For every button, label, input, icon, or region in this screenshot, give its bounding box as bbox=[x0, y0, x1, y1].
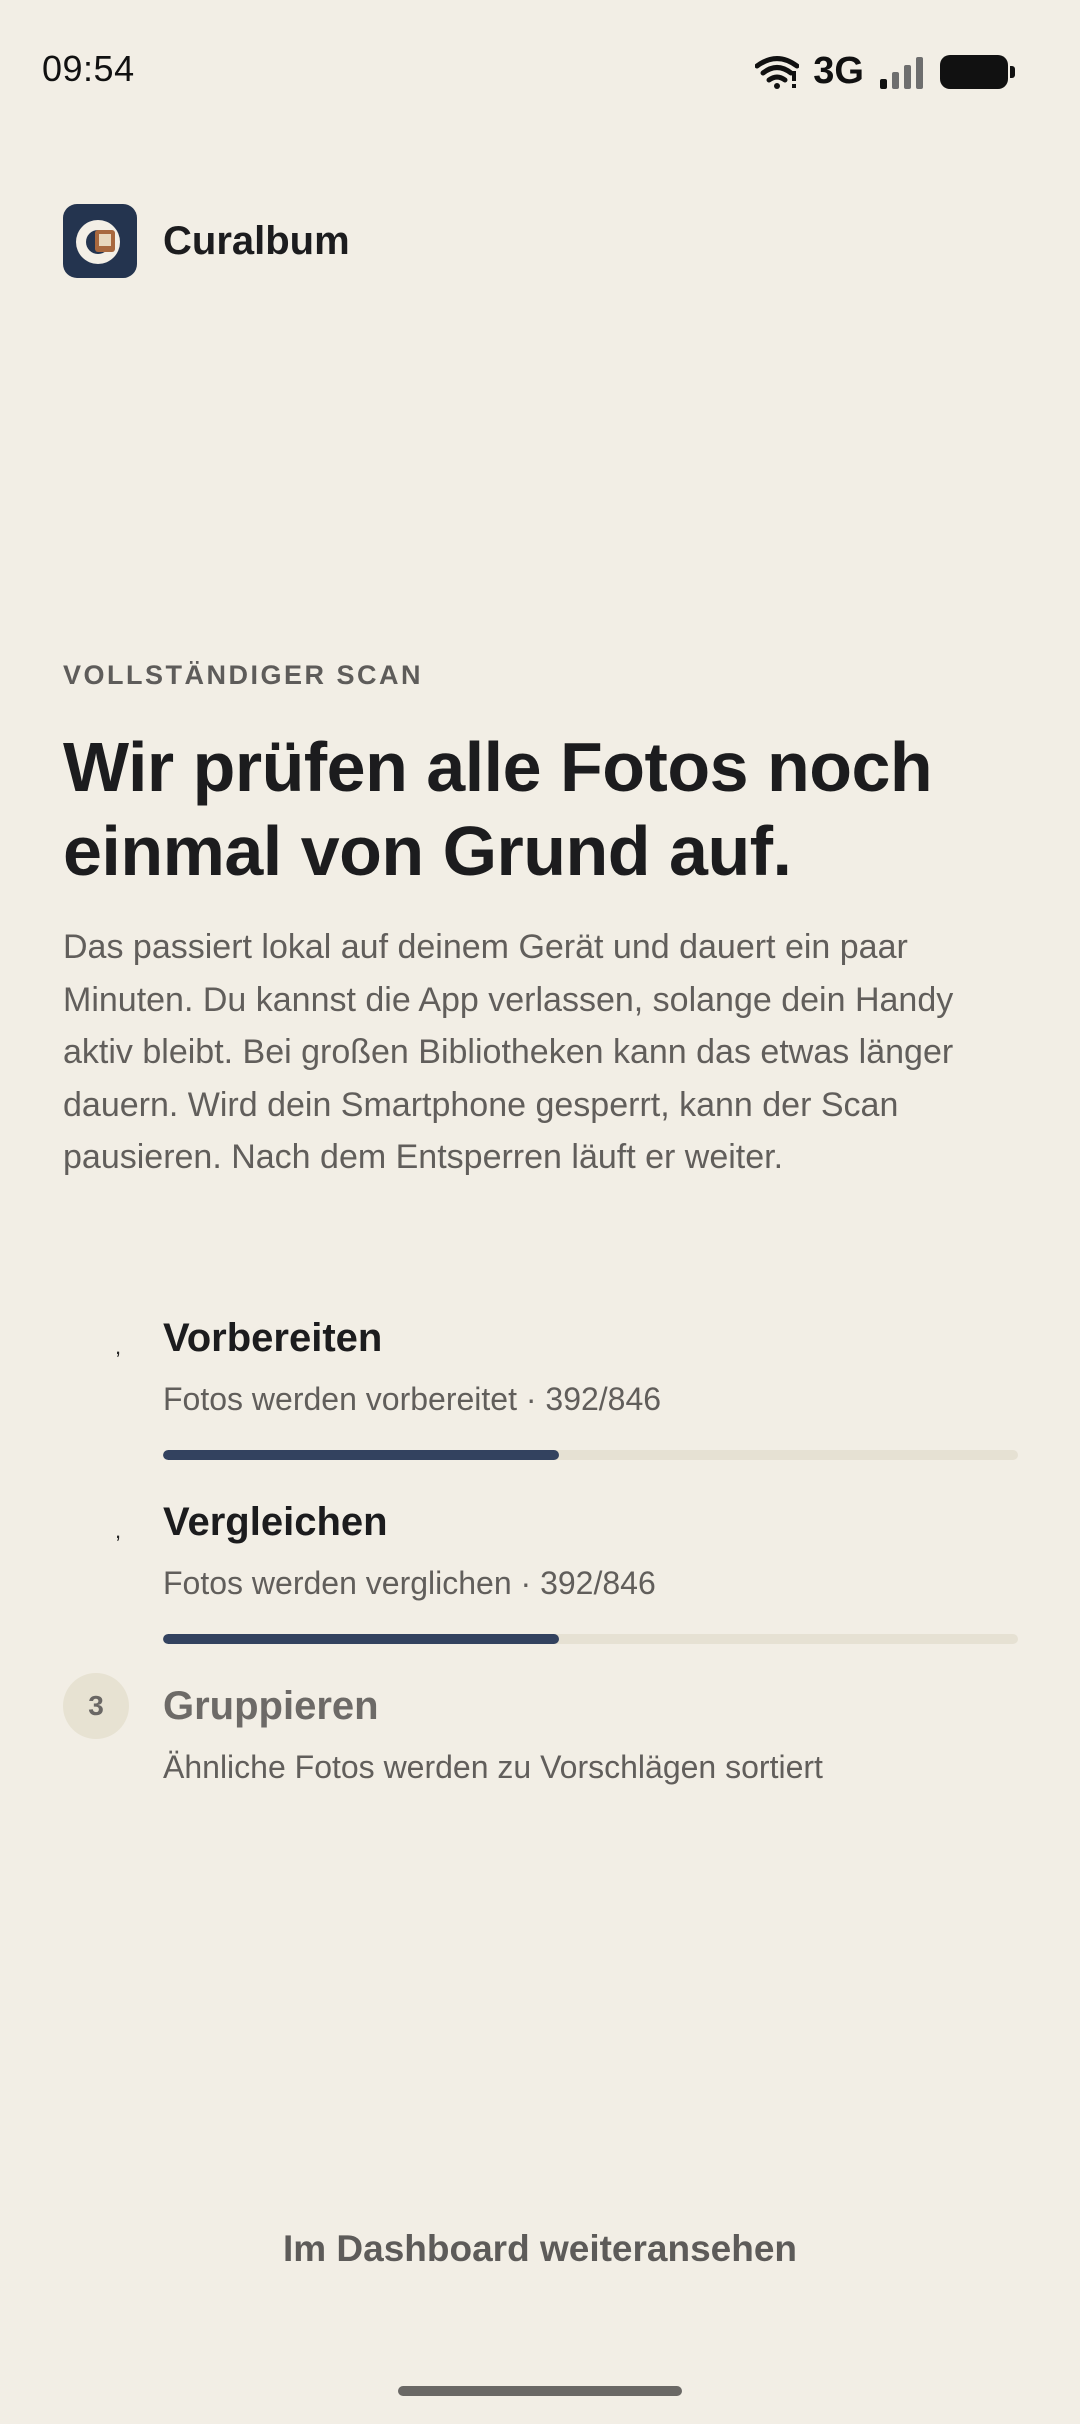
step-subtitle: Ähnliche Fotos werden zu Vorschlägen sor… bbox=[163, 1749, 823, 1785]
section-eyebrow: VOLLSTÄNDIGER SCAN bbox=[63, 660, 424, 690]
step-number-badge: 3 bbox=[63, 1673, 129, 1739]
home-indicator[interactable] bbox=[398, 2386, 682, 2396]
signal-icon bbox=[880, 56, 923, 89]
scan-description: Das passiert lokal auf deinem Gerät und … bbox=[63, 928, 954, 1176]
step-progress-fill bbox=[163, 1634, 559, 1644]
step-subtitle: Fotos werden vorbereitet · 392/846 bbox=[163, 1381, 662, 1417]
step-title: Vorbereiten bbox=[163, 1316, 383, 1360]
spinner-icon: , bbox=[115, 1334, 122, 1359]
network-type: 3G bbox=[813, 50, 864, 92]
step-progress-bar bbox=[163, 1634, 1018, 1644]
app-name: Curalbum bbox=[163, 218, 350, 263]
status-time: 09:54 bbox=[42, 48, 135, 89]
step-prepare: , Vorbereiten Fotos werden vorbereitet ·… bbox=[63, 1310, 1018, 1460]
scan-steps: , Vorbereiten Fotos werden vorbereitet ·… bbox=[63, 1310, 1018, 1788]
wifi-icon bbox=[755, 55, 800, 89]
step-title: Gruppieren bbox=[163, 1684, 379, 1728]
curalbum-logo-icon bbox=[63, 204, 137, 278]
page-title: Wir prüfen alle Fotos noch einmal von Gr… bbox=[63, 728, 933, 890]
step-title: Vergleichen bbox=[163, 1500, 388, 1544]
step-progress-fill bbox=[163, 1450, 559, 1460]
spinner-icon: , bbox=[115, 1518, 122, 1543]
scan-screen: 09:54 3G Curalbum VOLLSTÄNDIGER SCAN Wir… bbox=[0, 0, 1080, 2424]
step-compare: , Vergleichen Fotos werden verglichen · … bbox=[63, 1494, 1018, 1644]
status-icons: 3G bbox=[755, 50, 1015, 93]
status-bar: 09:54 3G bbox=[0, 0, 1080, 140]
step-progress-bar bbox=[163, 1450, 1018, 1460]
app-header: Curalbum bbox=[63, 204, 350, 278]
step-subtitle: Fotos werden verglichen · 392/846 bbox=[163, 1565, 656, 1601]
continue-in-dashboard-link[interactable]: Im Dashboard weiteransehen bbox=[0, 2228, 1080, 2270]
step-group: 3 Gruppieren Ähnliche Fotos werden zu Vo… bbox=[63, 1673, 1018, 1788]
scan-intro: VOLLSTÄNDIGER SCAN Wir prüfen alle Fotos… bbox=[63, 660, 1023, 1184]
battery-icon bbox=[940, 54, 1015, 89]
